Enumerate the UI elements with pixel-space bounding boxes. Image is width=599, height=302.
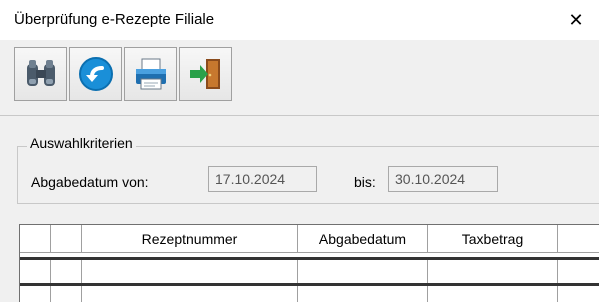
date-from-label: Abgabedatum von:: [31, 174, 149, 190]
back-button[interactable]: [69, 47, 122, 101]
column-header-select[interactable]: [51, 225, 82, 253]
column-header-extra[interactable]: [558, 225, 599, 253]
toolbar: [14, 47, 232, 105]
row-header-cell[interactable]: [20, 260, 51, 285]
table-cell[interactable]: [82, 286, 298, 302]
printer-icon: [135, 58, 166, 90]
toolbar-divider: [0, 115, 599, 116]
row-header-corner: [20, 225, 51, 253]
table-row[interactable]: [20, 283, 599, 302]
column-header-abgabedatum[interactable]: Abgabedatum: [298, 225, 428, 253]
binoculars-icon: [26, 60, 55, 86]
column-header-rezeptnummer[interactable]: Rezeptnummer: [82, 225, 298, 253]
criteria-legend: Auswahlkriterien: [27, 135, 136, 151]
table-cell[interactable]: [298, 286, 428, 302]
table-cell[interactable]: [82, 260, 298, 285]
print-button[interactable]: [124, 47, 177, 101]
table-cell[interactable]: [298, 260, 428, 285]
back-arrow-icon: [78, 57, 113, 91]
table-cell[interactable]: [428, 260, 558, 285]
window-title: Überprüfung e-Rezepte Filiale: [14, 11, 215, 28]
table-row[interactable]: [20, 257, 599, 285]
title-bar: Überprüfung e-Rezepte Filiale ✕: [0, 0, 599, 40]
table-cell[interactable]: [428, 286, 558, 302]
column-header-taxbetrag[interactable]: Taxbetrag: [428, 225, 558, 253]
close-button[interactable]: ✕: [553, 0, 599, 40]
close-icon: ✕: [568, 9, 584, 30]
results-grid[interactable]: Rezeptnummer Abgabedatum Taxbetrag: [19, 224, 599, 302]
table-cell[interactable]: [51, 260, 82, 285]
date-to-field[interactable]: 30.10.2024: [388, 166, 498, 192]
search-button[interactable]: [14, 47, 67, 101]
date-to-label: bis:: [354, 174, 376, 190]
row-header-cell[interactable]: [20, 286, 51, 302]
date-from-field[interactable]: 17.10.2024: [208, 166, 317, 192]
table-cell[interactable]: [51, 286, 82, 302]
exit-button[interactable]: [179, 47, 232, 101]
exit-door-icon: [189, 59, 220, 89]
